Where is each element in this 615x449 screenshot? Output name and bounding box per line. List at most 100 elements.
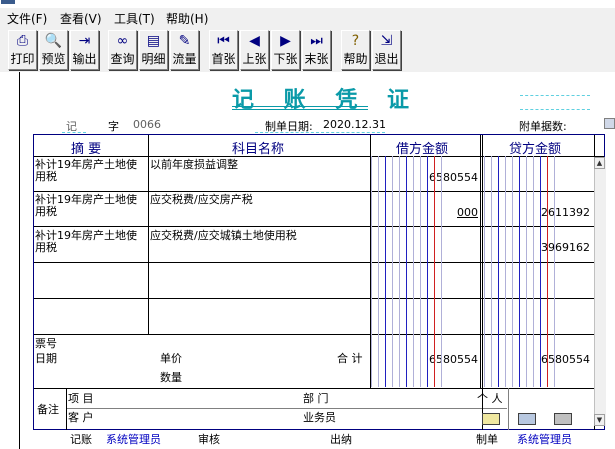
digit-gridline bbox=[427, 156, 428, 387]
row2-summary[interactable]: 补计19年房产土地使用税 bbox=[35, 194, 145, 218]
digit-gridline bbox=[491, 156, 492, 387]
row1-summary[interactable]: 补计19年房产土地使用税 bbox=[35, 159, 145, 183]
voucher-date[interactable]: 2020.12.31 bbox=[323, 118, 386, 131]
row3-summary[interactable]: 补计19年房产土地使用税 bbox=[35, 230, 145, 254]
voucher-number[interactable]: 0066 bbox=[133, 118, 161, 131]
window-titlebar-remnant bbox=[0, 0, 615, 6]
query-button[interactable]: ∞ 查询 bbox=[108, 30, 137, 70]
project-label: 项 目 bbox=[68, 392, 94, 405]
debit-grid bbox=[371, 156, 447, 387]
first-icon: ⏮ bbox=[217, 33, 230, 49]
digit-gridline bbox=[399, 156, 400, 387]
last-icon: ⏭ bbox=[310, 33, 323, 49]
digit-gridline bbox=[533, 156, 534, 387]
detail-button[interactable]: ▤ 明细 bbox=[139, 30, 168, 70]
col-divider bbox=[66, 388, 67, 430]
credit-grid bbox=[484, 156, 560, 387]
app-icon bbox=[1, 0, 15, 4]
col-divider bbox=[148, 135, 149, 335]
maker-label: 制单 bbox=[476, 433, 498, 446]
zi-label: 字 bbox=[108, 120, 119, 133]
exit-button[interactable]: ⇲ 退出 bbox=[372, 30, 401, 70]
qty-label: 数量 bbox=[160, 371, 182, 384]
help-button[interactable]: ? 帮助 bbox=[341, 30, 370, 70]
title-underline bbox=[232, 106, 368, 107]
next-icon: ▶ bbox=[280, 33, 291, 49]
col-debit-header: 借方金额 bbox=[396, 142, 449, 157]
remarks-label: 备注 bbox=[37, 403, 59, 416]
scroll-down-button[interactable]: ▼ bbox=[594, 414, 605, 426]
attachments-icon[interactable] bbox=[604, 118, 615, 129]
next-button[interactable]: ▶ 下张 bbox=[271, 30, 300, 70]
print-button[interactable]: ⎙ 打印 bbox=[8, 30, 37, 70]
toolbar: ⎙ 打印 🔍 预览 ⇥ 输出 ∞ 查询 ▤ 明细 ✎ 流量 ⏮ 首张 ◀ 上张 ▶ 下张 ⏭ 末张 … bbox=[0, 28, 615, 72]
price-label: 单价 bbox=[160, 352, 182, 365]
digit-gridline bbox=[526, 156, 527, 387]
digit-gridline bbox=[484, 156, 485, 387]
customer-label: 客 户 bbox=[68, 411, 94, 424]
first-button[interactable]: ⏮ 首张 bbox=[209, 30, 238, 70]
digit-gridline bbox=[512, 156, 513, 387]
digit-gridline bbox=[498, 156, 499, 387]
col-divider bbox=[480, 135, 481, 388]
col-account-header: 科目名称 bbox=[232, 142, 285, 157]
menu-view[interactable]: 查看(V) bbox=[60, 10, 102, 27]
calculator-icon[interactable] bbox=[518, 413, 536, 425]
row1-account[interactable]: 以前年度损益调整 bbox=[150, 159, 238, 171]
last-button[interactable]: ⏭ 末张 bbox=[302, 30, 331, 70]
totals-date-label: 日期 bbox=[35, 352, 57, 365]
posted-label: 记账 bbox=[70, 433, 92, 446]
dept-label: 部 门 bbox=[303, 392, 329, 405]
digit-gridline bbox=[547, 156, 548, 387]
digit-gridline bbox=[392, 156, 393, 387]
digit-gridline bbox=[378, 156, 379, 387]
digit-gridline bbox=[519, 156, 520, 387]
digit-gridline bbox=[413, 156, 414, 387]
binoculars-icon: ∞ bbox=[116, 33, 129, 49]
detail-icon: ▤ bbox=[146, 33, 161, 49]
row-divider bbox=[67, 408, 507, 409]
card-icon[interactable] bbox=[482, 413, 500, 425]
col-divider bbox=[508, 388, 509, 430]
digit-gridline bbox=[554, 156, 555, 387]
digit-gridline bbox=[441, 156, 442, 387]
flow-icon: ✎ bbox=[178, 33, 191, 49]
digit-gridline bbox=[371, 156, 372, 387]
col-credit-header: 贷方金额 bbox=[509, 142, 562, 157]
ticket-label: 票号 bbox=[35, 337, 57, 350]
row2-account[interactable]: 应交税费/应交房产税 bbox=[150, 194, 253, 206]
prev-button[interactable]: ◀ 上张 bbox=[240, 30, 269, 70]
flow-button[interactable]: ✎ 流量 bbox=[170, 30, 199, 70]
digit-gridline bbox=[505, 156, 506, 387]
digit-gridline bbox=[385, 156, 386, 387]
digit-gridline bbox=[420, 156, 421, 387]
dashed-line bbox=[520, 95, 590, 96]
dashed-line bbox=[255, 132, 385, 133]
dashed-line bbox=[520, 109, 590, 110]
dashed-line bbox=[62, 132, 86, 133]
preview-button[interactable]: 🔍 预览 bbox=[39, 30, 68, 70]
scroll-up-button[interactable]: ▲ bbox=[594, 157, 605, 169]
exit-icon: ⇲ bbox=[380, 33, 393, 49]
attachments-label: 附单据数: bbox=[519, 120, 567, 133]
person-label: 个 人 bbox=[477, 392, 503, 405]
row3-account[interactable]: 应交税费/应交城镇土地使用税 bbox=[150, 230, 297, 242]
row-divider bbox=[34, 388, 604, 389]
pen-icon[interactable] bbox=[554, 413, 572, 425]
export-icon: ⇥ bbox=[78, 33, 91, 49]
posted-by: 系统管理员 bbox=[106, 433, 161, 446]
vertical-scrollbar[interactable] bbox=[594, 160, 606, 426]
digit-gridline bbox=[434, 156, 435, 387]
help-icon: ? bbox=[351, 33, 360, 49]
salesman-label: 业务员 bbox=[303, 411, 336, 424]
menu-file[interactable]: 文件(F) bbox=[7, 10, 47, 27]
col-summary-header: 摘 要 bbox=[71, 142, 102, 157]
printer-icon: ⎙ bbox=[16, 33, 29, 49]
title-underline-2 bbox=[232, 109, 368, 110]
cashier-label: 出纳 bbox=[330, 433, 352, 446]
prev-icon: ◀ bbox=[249, 33, 260, 49]
menu-tools[interactable]: 工具(T) bbox=[114, 10, 155, 27]
export-button[interactable]: ⇥ 输出 bbox=[70, 30, 99, 70]
menu-help[interactable]: 帮助(H) bbox=[166, 10, 208, 27]
preview-icon: 🔍 bbox=[44, 33, 63, 49]
